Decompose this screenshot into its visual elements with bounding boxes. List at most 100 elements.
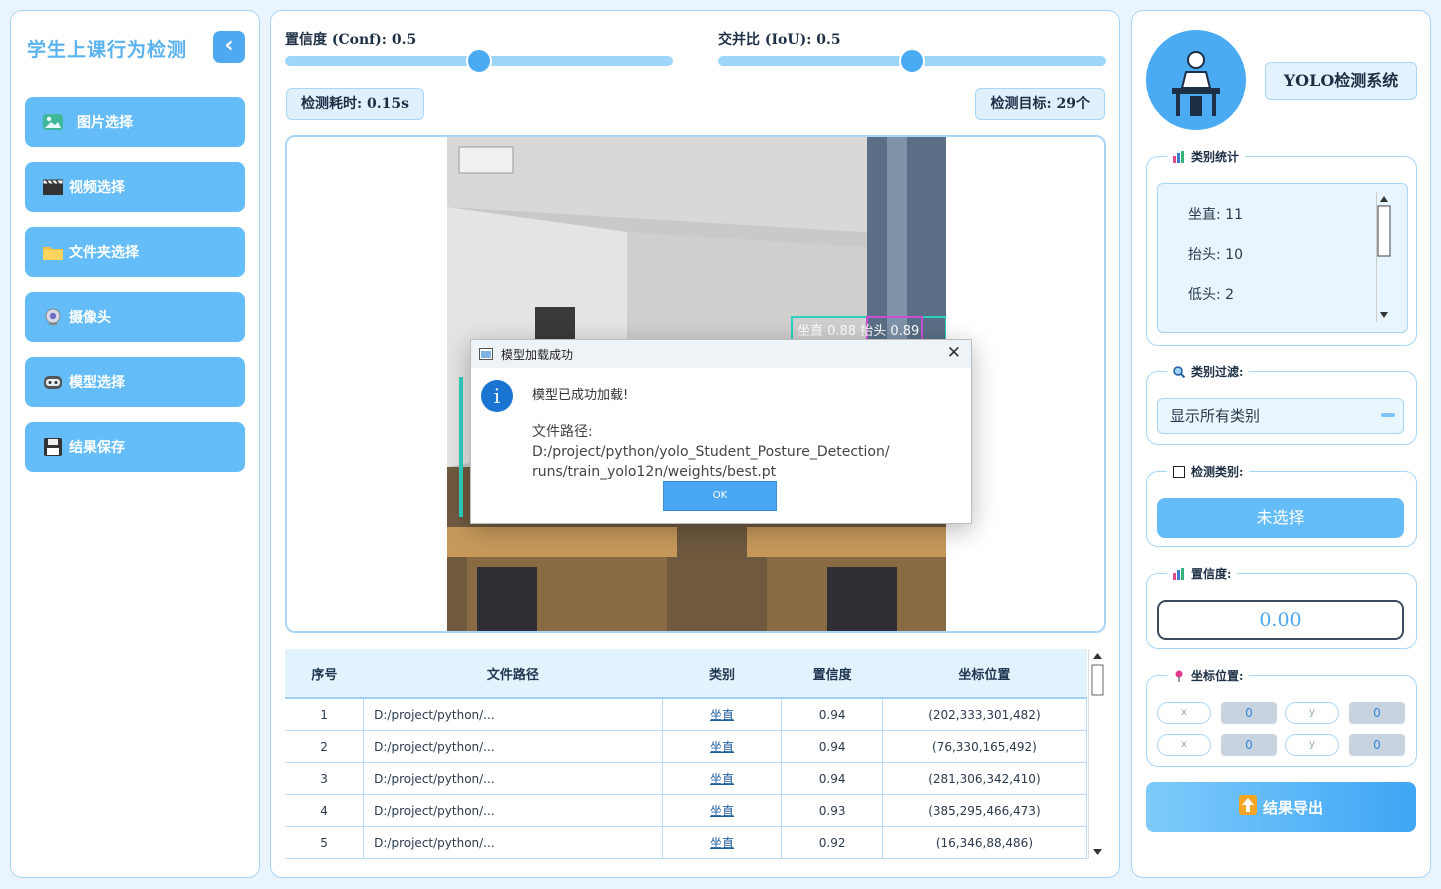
image-icon	[43, 112, 63, 132]
collapse-sidebar-button[interactable]: ‹	[213, 31, 245, 63]
camera-button[interactable]: 摄像头	[25, 292, 245, 342]
camera-label: 摄像头	[69, 310, 111, 326]
detect-class-legend: 检测类别:	[1167, 463, 1250, 480]
conf-slider-handle[interactable]	[466, 48, 492, 74]
results-table: 序号 文件路径 类别 置信度 坐标位置 1 D:/project/python/…	[285, 649, 1088, 859]
cell-path: D:/project/python/...	[363, 826, 663, 859]
header-coordinates[interactable]: 坐标位置	[882, 649, 1087, 699]
save-results-label: 结果保存	[69, 440, 125, 456]
coord-x1-value: 0	[1221, 702, 1277, 724]
header-confidence[interactable]: 置信度	[781, 649, 883, 699]
class-filter-legend: 类别过滤:	[1167, 363, 1250, 380]
coord-y1-value: 0	[1349, 702, 1405, 724]
close-icon[interactable]: ✕	[947, 343, 961, 363]
model-select-button[interactable]: 模型选择	[25, 357, 245, 407]
cell-index: 4	[285, 794, 365, 827]
checkbox-icon	[1173, 465, 1185, 478]
header-class[interactable]: 类别	[662, 649, 782, 699]
cell-class: 坐直	[662, 730, 783, 763]
webcam-icon	[43, 307, 63, 327]
cell-confidence: 0.92	[781, 826, 883, 859]
table-row[interactable]: 4 D:/project/python/... 坐直 0.93 (385,295…	[285, 794, 1088, 827]
model-select-label: 模型选择	[69, 375, 125, 391]
table-row[interactable]: 2 D:/project/python/... 坐直 0.94 (76,330,…	[285, 730, 1088, 763]
folder-select-button[interactable]: 文件夹选择	[25, 227, 245, 277]
table-row[interactable]: 1 D:/project/python/... 坐直 0.94 (202,333…	[285, 698, 1088, 731]
cell-class: 坐直	[662, 826, 783, 859]
stat-item: 坐直: 11	[1188, 207, 1243, 223]
category-stats-list[interactable]: 坐直: 11 抬头: 10 低头: 2	[1157, 183, 1408, 333]
detect-targets-badge: 检测目标: 29个	[975, 88, 1105, 120]
header-file-path[interactable]: 文件路径	[363, 649, 663, 699]
class-filter-value: 显示所有类别	[1170, 407, 1261, 425]
cell-confidence: 0.94	[781, 698, 883, 731]
magnifier-icon	[1173, 365, 1186, 378]
system-title: YOLO检测系统	[1265, 62, 1417, 100]
coord-y1-label: y	[1285, 702, 1339, 724]
iou-slider-handle[interactable]	[899, 48, 925, 74]
confidence-legend: 置信度:	[1167, 565, 1238, 582]
coord-y2-value: 0	[1349, 734, 1405, 756]
image-select-label: 图片选择	[77, 115, 133, 131]
video-clapper-icon	[43, 177, 63, 197]
cell-index: 1	[285, 698, 365, 731]
class-filter-select[interactable]: 显示所有类别	[1157, 398, 1404, 434]
confidence-group: 置信度: 0.00	[1146, 565, 1417, 649]
dialog-title: 模型加载成功	[501, 347, 574, 362]
detect-class-selector[interactable]: 未选择	[1157, 498, 1404, 538]
table-header-row: 序号 文件路径 类别 置信度 坐标位置	[285, 649, 1087, 699]
video-select-button[interactable]: 视频选择	[25, 162, 245, 212]
cell-coordinates: (16,346,88,486)	[882, 826, 1088, 859]
dialog-titlebar[interactable]: 模型加载成功 ✕	[471, 340, 971, 368]
chevron-left-icon: ‹	[224, 33, 234, 58]
cell-index: 5	[285, 826, 365, 859]
coord-y2-label: y	[1285, 734, 1339, 756]
folder-icon	[43, 242, 63, 262]
detect-class-group: 检测类别: 未选择	[1146, 463, 1417, 547]
student-desk-logo-icon	[1146, 30, 1246, 130]
class-filter-group: 类别过滤: 显示所有类别	[1146, 363, 1417, 445]
upload-arrow-icon	[1238, 795, 1257, 819]
coord-x2-value: 0	[1221, 734, 1277, 756]
confidence-value: 0.00	[1157, 600, 1404, 640]
sidebar-panel: 学生上课行为检测 ‹ 图片选择 视频选择 文件夹选择 摄像头 模型选择 结果保存	[10, 10, 260, 878]
cell-class: 坐直	[662, 698, 783, 731]
ok-button[interactable]: OK	[663, 481, 777, 511]
table-row[interactable]: 5 D:/project/python/... 坐直 0.92 (16,346,…	[285, 826, 1088, 859]
category-stats-legend: 类别统计	[1167, 148, 1246, 165]
image-select-button[interactable]: 图片选择	[25, 97, 245, 147]
export-results-label: 结果导出	[1262, 798, 1323, 817]
iou-slider-label: 交并比 (IoU): 0.5	[718, 32, 841, 48]
dialog-file-path: 文件路径: D:/project/python/yolo_Student_Pos…	[532, 422, 952, 482]
cell-path: D:/project/python/...	[363, 730, 663, 763]
folder-select-label: 文件夹选择	[69, 245, 139, 261]
table-scrollbar[interactable]	[1088, 649, 1106, 859]
dialog-message: 模型已成功加载!	[532, 388, 629, 403]
floppy-disk-icon	[43, 437, 63, 457]
video-select-label: 视频选择	[69, 180, 125, 196]
coord-x2-label: x	[1157, 734, 1211, 756]
model-loaded-dialog: 模型加载成功 ✕ i 模型已成功加载! 文件路径: D:/project/pyt…	[470, 339, 972, 524]
table-row[interactable]: 3 D:/project/python/... 坐直 0.94 (281,306…	[285, 762, 1088, 795]
results-table-container: 序号 文件路径 类别 置信度 坐标位置 1 D:/project/python/…	[285, 649, 1106, 859]
bar-chart-icon	[1173, 150, 1185, 163]
cell-confidence: 0.94	[781, 730, 883, 763]
cell-coordinates: (385,295,466,473)	[882, 794, 1088, 827]
robot-icon	[43, 372, 63, 392]
cell-coordinates: (281,306,342,410)	[882, 762, 1088, 795]
right-panel: YOLO检测系统 类别统计 坐直: 11 抬头: 10 低头: 2 类别过滤: …	[1131, 10, 1431, 878]
cell-coordinates: (202,333,301,482)	[882, 698, 1088, 731]
export-results-button[interactable]: 结果导出	[1146, 782, 1416, 832]
save-results-button[interactable]: 结果保存	[25, 422, 245, 472]
overlay-labels: 坐直 0.88 抬头 0.89	[797, 324, 919, 339]
detect-time-badge: 检测耗时: 0.15s	[286, 88, 425, 120]
cell-coordinates: (76,330,165,492)	[882, 730, 1088, 763]
stats-scrollbar[interactable]	[1376, 192, 1391, 322]
cell-path: D:/project/python/...	[363, 762, 663, 795]
category-stats-group: 类别统计 坐直: 11 抬头: 10 低头: 2	[1146, 148, 1417, 346]
header-index[interactable]: 序号	[285, 649, 364, 699]
stat-item: 低头: 2	[1188, 287, 1235, 303]
dialog-path-line-1: 文件路径: D:/project/python/yolo_Student_Pos…	[532, 424, 890, 460]
dialog-path-line-2: runs/train_yolo12n/weights/best.pt	[532, 464, 777, 480]
app-window-icon	[479, 348, 493, 360]
